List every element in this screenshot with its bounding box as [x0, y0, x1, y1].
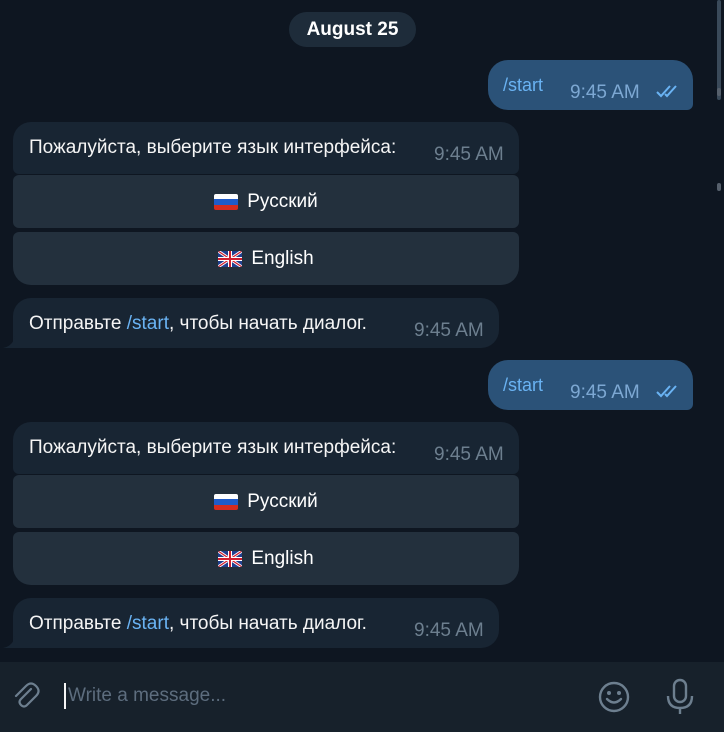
message-time: 9:45 AM [434, 144, 504, 165]
message-text: Пожалуйста, выберите язык интерфейса: [29, 137, 397, 158]
message-text: Пожалуйста, выберите язык интерфейса: [29, 437, 397, 458]
uk-flag-icon [218, 550, 243, 567]
button-label: English [251, 547, 314, 569]
date-label: August 25 [306, 18, 399, 40]
start-command-link[interactable]: /start [127, 613, 169, 634]
message-time: 9:45 AM [570, 382, 640, 403]
message-text: Отправьте /start, чтобы начать диалог. [29, 313, 367, 334]
bubble-tail [3, 636, 21, 648]
message-time: 9:45 AM [414, 320, 484, 341]
button-label: Русский [247, 490, 318, 512]
russia-flag-icon [214, 193, 239, 210]
message-time: 9:45 AM [570, 82, 640, 103]
uk-flag-icon [218, 250, 243, 267]
smiley-icon[interactable] [597, 680, 631, 714]
incoming-message[interactable]: Пожалуйста, выберите язык интерфейса: 9:… [13, 422, 519, 474]
language-button-english[interactable]: English [13, 232, 519, 285]
button-label: Русский [247, 190, 318, 212]
incoming-message[interactable]: Отправьте /start, чтобы начать диалог. 9… [13, 598, 499, 648]
message-text: /start [503, 75, 544, 95]
input-placeholder: Write a message... [68, 685, 227, 706]
double-check-icon [656, 85, 677, 98]
text-caret [64, 683, 66, 709]
paperclip-icon[interactable] [10, 680, 42, 712]
button-label: English [251, 247, 314, 269]
incoming-message[interactable]: Отправьте /start, чтобы начать диалог. 9… [13, 298, 499, 348]
russia-flag-icon [214, 493, 239, 510]
message-input[interactable]: Write a message... [64, 683, 574, 709]
double-check-icon [656, 385, 677, 398]
date-separator: August 25 [289, 12, 416, 47]
start-command-link[interactable]: /start [127, 313, 169, 334]
outgoing-message[interactable]: /start 9:45 AM [488, 360, 693, 410]
language-button-english[interactable]: English [13, 532, 519, 585]
scroll-mark [717, 183, 721, 191]
microphone-icon[interactable] [665, 678, 695, 716]
language-button-russian[interactable]: Русский [13, 175, 519, 228]
message-time: 9:45 AM [434, 444, 504, 465]
message-text: Отправьте /start, чтобы начать диалог. [29, 613, 367, 634]
bubble-tail [3, 336, 21, 348]
chat-history: August 25 /start 9:45 AM Пожалуйста, выб… [0, 0, 712, 662]
scroll-mark [717, 88, 721, 96]
message-text: /start [503, 375, 544, 395]
incoming-message[interactable]: Пожалуйста, выберите язык интерфейса: 9:… [13, 122, 519, 174]
scrollbar[interactable] [712, 0, 724, 662]
scroll-thumb[interactable] [717, 0, 721, 100]
message-time: 9:45 AM [414, 620, 484, 641]
outgoing-message[interactable]: /start 9:45 AM [488, 60, 693, 110]
language-button-russian[interactable]: Русский [13, 475, 519, 528]
